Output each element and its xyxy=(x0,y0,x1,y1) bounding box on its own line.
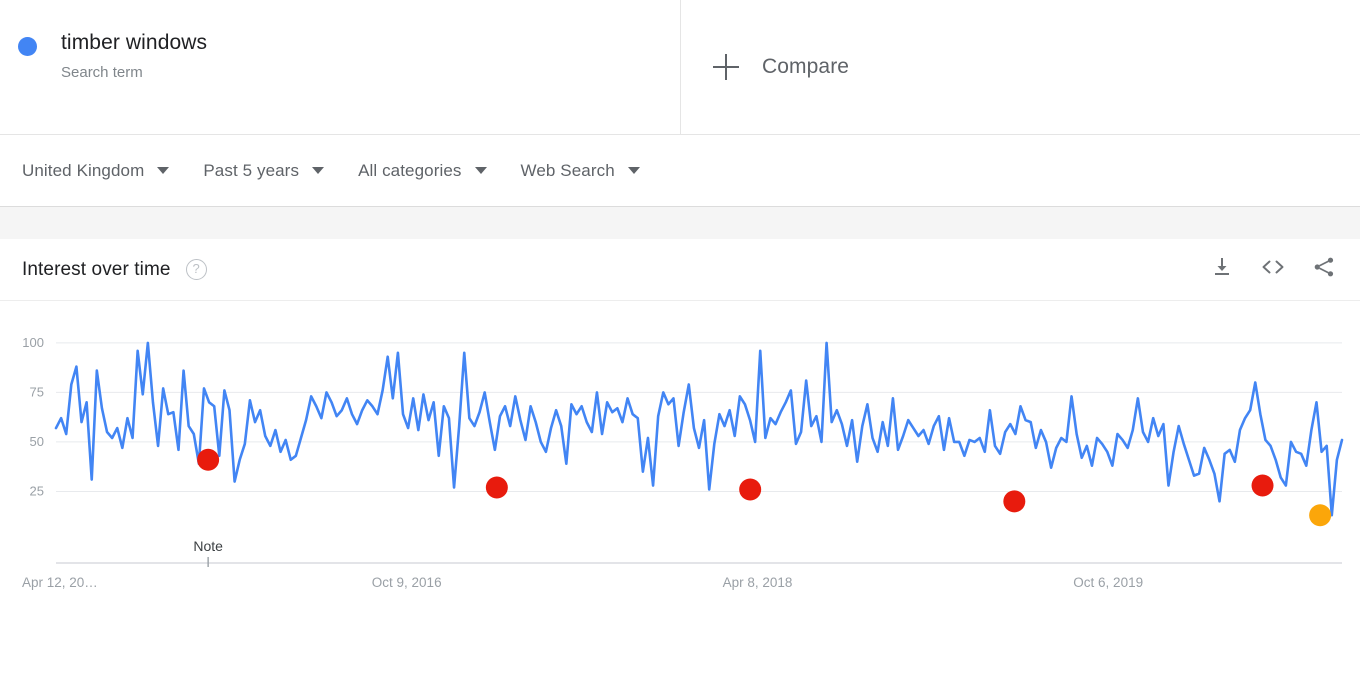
filter-search-type[interactable]: Web Search xyxy=(521,161,640,181)
download-icon[interactable] xyxy=(1210,255,1234,284)
chart-marker[interactable] xyxy=(1003,490,1026,513)
chevron-down-icon xyxy=(312,167,325,174)
x-axis-tick: Apr 12, 20… xyxy=(22,575,98,590)
filter-time-range[interactable]: Past 5 years xyxy=(203,160,325,181)
plus-icon xyxy=(713,54,739,80)
trends-line-chart: 25 50 75 100 Note Apr 12, 20… Oct 9, 2016 Oct 6… xyxy=(22,335,1344,590)
search-term-bar: timber windows Search term Compare xyxy=(0,0,1360,135)
search-term-card[interactable]: timber windows Search term xyxy=(0,0,681,135)
google-trends-page: timber windows Search term Compare Unite… xyxy=(0,0,1360,678)
chart-marker[interactable] xyxy=(485,476,508,499)
chart-line-timber-windows xyxy=(54,341,1344,517)
chevron-down-icon xyxy=(474,167,487,174)
filter-location-label: United Kingdom xyxy=(22,160,145,180)
section-spacer xyxy=(0,207,1360,239)
series-color-dot xyxy=(18,37,37,56)
chart-note-label[interactable]: Note xyxy=(193,538,223,554)
filter-time-range-label: Past 5 years xyxy=(203,160,300,180)
chevron-down-icon xyxy=(627,167,640,174)
interest-over-time-card: Interest over time ? 25 50 75 100 Note Apr 12… xyxy=(0,239,1360,601)
compare-label: Compare xyxy=(762,55,850,78)
y-axis-tick: 25 xyxy=(30,483,44,498)
filter-search-type-label: Web Search xyxy=(520,160,615,180)
x-axis-tick: Oct 6, 2019 xyxy=(1073,575,1143,590)
search-term-subtitle: Search term xyxy=(61,64,143,81)
filter-location[interactable]: United Kingdom xyxy=(22,160,170,181)
x-axis-tick: Oct 9, 2016 xyxy=(372,575,442,590)
chart-marker[interactable] xyxy=(197,448,220,471)
embed-icon[interactable] xyxy=(1260,255,1286,284)
card-header: Interest over time ? xyxy=(0,239,1360,301)
filter-category[interactable]: All categories xyxy=(358,160,487,181)
filter-category-label: All categories xyxy=(358,160,462,180)
search-term-title: timber windows xyxy=(61,31,208,54)
filter-bar: United Kingdom Past 5 years All categori… xyxy=(0,135,1360,207)
chart-marker[interactable] xyxy=(1251,474,1274,497)
chart-marker[interactable] xyxy=(1309,504,1332,527)
add-comparison-button[interactable]: Compare xyxy=(681,0,1360,135)
x-axis-tick: Apr 8, 2018 xyxy=(723,575,793,590)
chart-marker[interactable] xyxy=(739,478,762,501)
interest-over-time-chart[interactable]: 25 50 75 100 Note Apr 12, 20… Oct 9, 2016 Oct 6… xyxy=(0,301,1360,601)
y-axis-tick: 100 xyxy=(22,335,44,350)
card-actions xyxy=(1210,255,1336,284)
share-icon[interactable] xyxy=(1312,255,1336,284)
page-title: Interest over time xyxy=(22,258,171,280)
y-axis-tick: 50 xyxy=(30,434,44,449)
chevron-down-icon xyxy=(157,167,170,174)
help-icon[interactable]: ? xyxy=(185,259,207,280)
y-axis-tick: 75 xyxy=(30,384,44,399)
